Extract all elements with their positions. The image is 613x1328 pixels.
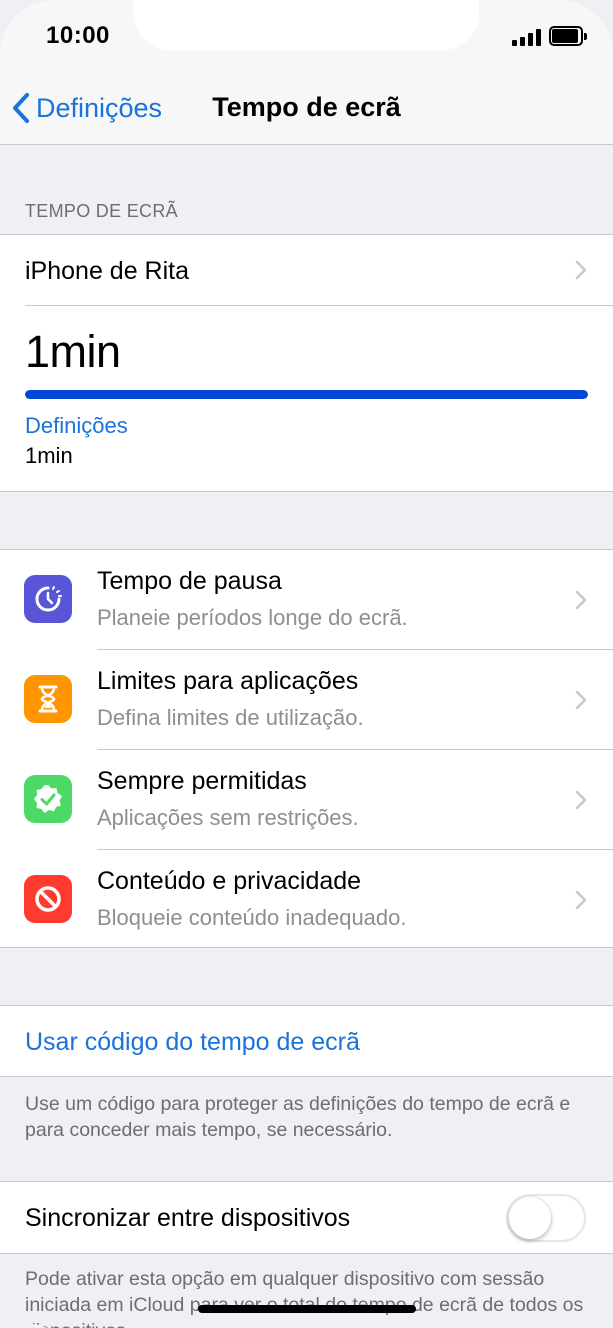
divider <box>25 305 613 306</box>
chevron-right-icon <box>575 890 587 910</box>
category-time: 1min <box>25 443 73 468</box>
usage-bar-fill <box>25 390 588 399</box>
sync-toggle[interactable] <box>506 1194 586 1242</box>
feature-always-allowed[interactable]: Sempre permitidas Aplicações sem restriç… <box>0 750 613 849</box>
feature-subtitle: Bloqueie conteúdo inadequado. <box>97 905 407 930</box>
checkmark-badge-icon <box>24 775 72 823</box>
status-bar: 10:00 <box>0 0 613 72</box>
total-usage-time: 1min <box>25 326 121 377</box>
page-title: Tempo de ecrã <box>212 92 401 122</box>
feature-content-privacy[interactable]: Conteúdo e privacidade Bloqueie conteúdo… <box>0 850 613 949</box>
feature-downtime[interactable]: Tempo de pausa Planeie períodos longe do… <box>0 550 613 649</box>
feature-subtitle: Planeie períodos longe do ecrã. <box>97 605 408 630</box>
feature-title: Sempre permitidas <box>97 767 307 795</box>
sync-footer: Pode ativar esta opção em qualquer dispo… <box>25 1268 584 1328</box>
status-time: 10:00 <box>46 22 110 49</box>
home-indicator[interactable] <box>198 1305 416 1313</box>
cellular-signal-icon <box>512 29 542 46</box>
phone-screen: 10:00 Definições Tempo de ecrã TEMPO DE … <box>0 0 613 1328</box>
device-label: iPhone de Rita <box>25 257 190 285</box>
hourglass-icon <box>24 675 72 723</box>
use-passcode-link[interactable]: Usar código do tempo de ecrã <box>25 1028 360 1057</box>
battery-icon <box>549 26 587 46</box>
navigation-bar: Definições Tempo de ecrã <box>0 72 613 145</box>
feature-title: Conteúdo e privacidade <box>97 867 362 895</box>
chevron-right-icon <box>575 690 587 710</box>
feature-title: Tempo de pausa <box>97 567 282 595</box>
category-label: Definições <box>25 413 128 438</box>
feature-app-limits[interactable]: Limites para aplicações Defina limites d… <box>0 650 613 749</box>
feature-title: Limites para aplicações <box>97 667 359 695</box>
feature-subtitle: Defina limites de utilização. <box>97 705 364 730</box>
sync-label: Sincronizar entre dispositivos <box>25 1204 351 1232</box>
feature-subtitle: Aplicações sem restrições. <box>97 805 359 830</box>
notch <box>134 0 479 50</box>
screen-time-card: iPhone de Rita 1min Definições 1min <box>0 234 613 492</box>
features-card: Tempo de pausa Planeie períodos longe do… <box>0 549 613 948</box>
chevron-right-icon <box>575 790 587 810</box>
toggle-knob <box>509 1197 551 1239</box>
passcode-card: Usar código do tempo de ecrã <box>0 1005 613 1077</box>
device-row[interactable]: iPhone de Rita <box>0 235 613 305</box>
downtime-icon <box>24 575 72 623</box>
sync-card: Sincronizar entre dispositivos <box>0 1181 613 1254</box>
passcode-footer: Use um código para proteger as definiçõe… <box>25 1093 571 1141</box>
section-header: TEMPO DE ECRÃ <box>25 201 178 221</box>
usage-bar[interactable] <box>25 390 588 399</box>
chevron-right-icon <box>575 590 587 610</box>
prohibited-icon <box>24 875 72 923</box>
chevron-right-icon <box>575 260 587 280</box>
